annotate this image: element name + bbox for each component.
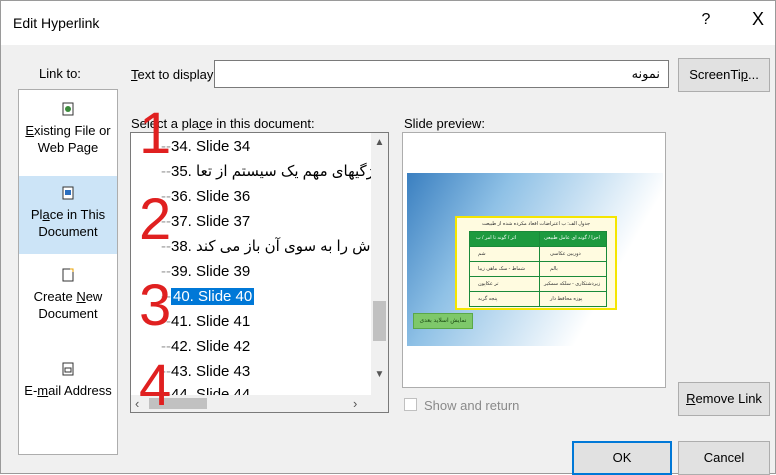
- edit-hyperlink-dialog: Edit Hyperlink ? X Link to: Text to disp…: [0, 0, 776, 475]
- link-to-new-doc-line2: Document: [38, 306, 98, 321]
- existing-file-icon: [19, 102, 117, 118]
- list-item[interactable]: --39. Slide 39: [161, 261, 250, 283]
- link-to-new-doc-line1: Create New: [33, 289, 103, 304]
- slide-table-cell: زیردشتکاری - سلکه سمکیر: [544, 281, 601, 287]
- list-item[interactable]: --43. Slide 43: [161, 361, 250, 383]
- slide-preview-box: جدول الف: ب اعتراضات افعاد مکرده شده از …: [402, 132, 666, 388]
- slide-table-cell: تر عکاپون: [478, 281, 499, 287]
- slide-title: جدول الف: ب اعتراضات افعاد مکرده شده از …: [481, 221, 591, 227]
- title-bar: Edit Hyperlink ? X: [1, 1, 775, 45]
- annotation-number-4: 4: [139, 353, 172, 418]
- slide-table-row: شم دوربین عکاسی: [470, 246, 606, 261]
- show-and-return-label: Show and return: [424, 398, 520, 413]
- slide-table-cell: پوزه محافظ دار: [550, 296, 583, 302]
- vertical-scroll-thumb[interactable]: [373, 301, 386, 341]
- slide-table: اثر / گونه تا امر / ب اجزا / گونه ای عام…: [469, 231, 607, 307]
- annotation-number-1: 1: [139, 101, 172, 166]
- cancel-button[interactable]: Cancel: [678, 441, 770, 475]
- list-item[interactable]: --38. ه اش را به سوی آن باز می کند: [161, 236, 387, 258]
- slide-preview-label: Slide preview:: [404, 116, 485, 131]
- help-button[interactable]: ?: [691, 11, 721, 29]
- slide-next-button: نمایش اسلاید بعدی: [413, 313, 473, 329]
- list-item-selected[interactable]: -- 40. Slide 40: [161, 286, 255, 308]
- email-icon: [19, 362, 117, 378]
- text-to-display-input[interactable]: نمونه: [214, 60, 669, 88]
- screentip-button[interactable]: ScreenTip...: [678, 58, 770, 92]
- list-item[interactable]: --41. Slide 41: [161, 311, 250, 333]
- slide-table-header-cell: اجزا / گونه ای عامل طبیعی: [544, 235, 600, 241]
- slide-table-row: شماط - سک ماهی زیبا بالم: [470, 261, 606, 276]
- link-to-label: Link to:: [39, 66, 81, 81]
- slide-table-row: تر عکاپون زیردشتکاری - سلکه سمکیر: [470, 276, 606, 291]
- vertical-scrollbar[interactable]: ▲ ▼: [371, 133, 388, 395]
- remove-link-button[interactable]: Remove Link: [678, 382, 770, 416]
- slide-table-header-cell: اثر / گونه تا امر / ب: [476, 235, 517, 241]
- annotation-number-3: 3: [139, 273, 172, 338]
- slide-table-frame: جدول الف: ب اعتراضات افعاد مکرده شده از …: [455, 216, 617, 310]
- list-item[interactable]: --34. Slide 34: [161, 136, 250, 158]
- slide-table-cell: شماط - سک ماهی زیبا: [478, 266, 525, 272]
- slide-table-cell: شم: [478, 251, 486, 257]
- slide-table-cell: دوربین عکاسی: [550, 251, 581, 257]
- list-item[interactable]: --42. Slide 42: [161, 336, 250, 358]
- list-item[interactable]: --36. Slide 36: [161, 186, 250, 208]
- link-to-new-document[interactable]: Create New Document: [19, 268, 117, 338]
- scroll-right-icon[interactable]: ›: [353, 396, 357, 411]
- place-in-document-icon: [19, 186, 117, 202]
- link-to-panel: Existing File or Web Page Place in This …: [18, 89, 118, 455]
- slide-table-header: اثر / گونه تا امر / ب اجزا / گونه ای عام…: [470, 232, 606, 246]
- scroll-down-icon[interactable]: ▼: [371, 369, 388, 380]
- dialog-title: Edit Hyperlink: [13, 15, 100, 31]
- scroll-up-icon[interactable]: ▲: [371, 137, 388, 148]
- slide-table-cell: پنجه گربه: [478, 296, 498, 302]
- link-to-existing-file-line2: Web Page: [37, 140, 99, 155]
- close-button[interactable]: X: [743, 9, 773, 30]
- annotation-number-2: 2: [139, 187, 172, 252]
- ok-button[interactable]: OK: [572, 441, 672, 475]
- list-item[interactable]: --37. Slide 37: [161, 211, 250, 233]
- link-to-email[interactable]: E-mail Address: [19, 362, 117, 412]
- link-to-place-line1: Place in This: [30, 207, 106, 222]
- new-document-icon: [19, 268, 117, 284]
- link-to-place-line2: Document: [38, 224, 98, 239]
- list-item[interactable]: --35. ویژگیهای مهم یک سیستم از تعا: [161, 161, 386, 183]
- link-to-place-in-document[interactable]: Place in This Document: [19, 176, 117, 254]
- link-to-email-line1: E-mail Address: [24, 383, 112, 398]
- show-and-return-checkbox[interactable]: [404, 398, 417, 411]
- list-item[interactable]: --44. Slide 44: [161, 384, 250, 395]
- link-to-existing-file[interactable]: Existing File or Web Page: [19, 102, 117, 172]
- slide-table-cell: بالم: [550, 266, 558, 272]
- link-to-existing-file-line1: Existing File or: [25, 123, 111, 138]
- text-to-display-label: Text to display:: [131, 67, 217, 82]
- slide-thumbnail: جدول الف: ب اعتراضات افعاد مکرده شده از …: [407, 173, 663, 346]
- slide-table-row: پنجه گربه پوزه محافظ دار: [470, 291, 606, 306]
